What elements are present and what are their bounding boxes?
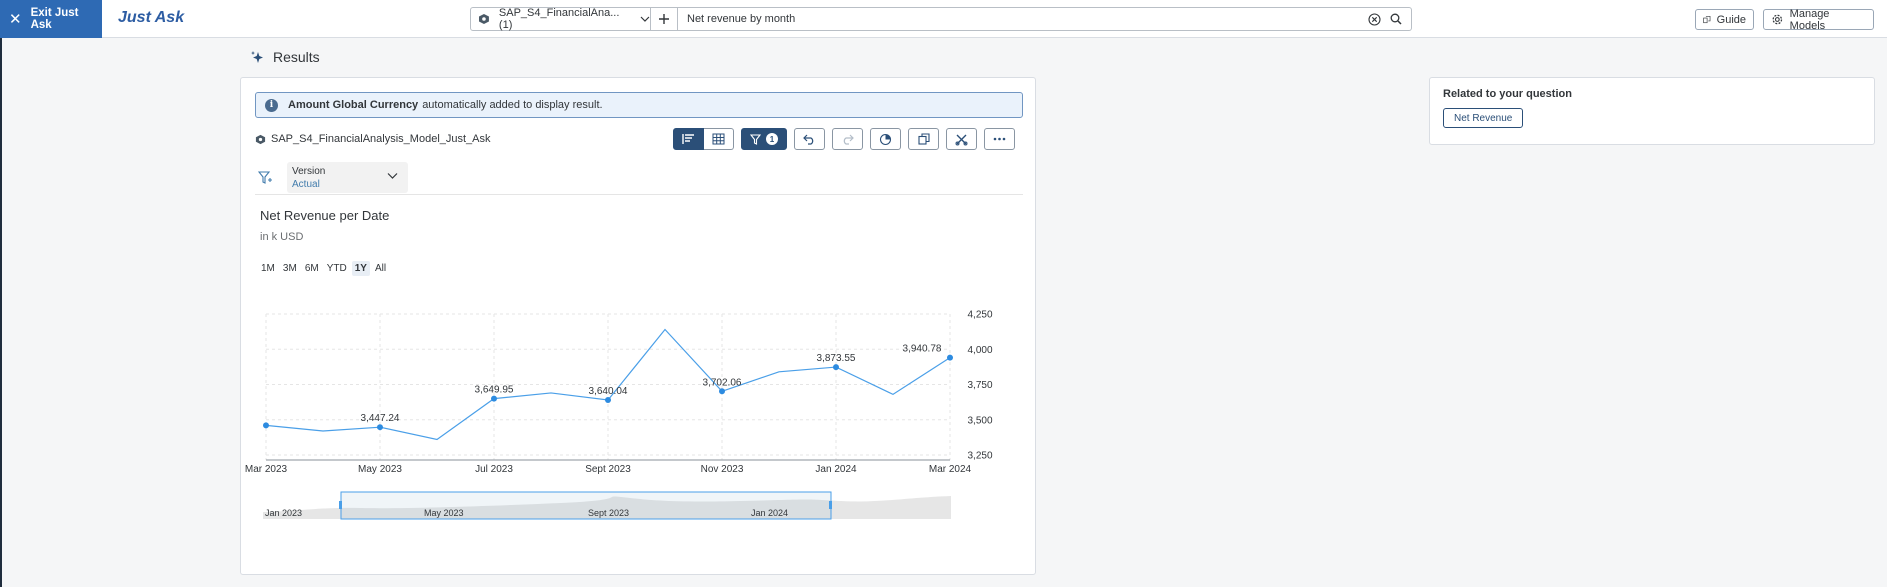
redo-icon xyxy=(843,134,854,145)
y-tick-label: 3,250 xyxy=(967,451,992,462)
insights-icon xyxy=(879,133,892,145)
filter-bar: Version Actual xyxy=(255,162,1023,195)
navigator-handle-left[interactable] xyxy=(339,501,342,509)
copy-button[interactable] xyxy=(908,128,939,150)
version-filter[interactable]: Version Actual xyxy=(287,162,408,193)
undo-icon xyxy=(803,134,814,145)
x-tick-label: Sept 2023 xyxy=(585,464,631,475)
related-panel: Related to your question Net Revenue xyxy=(1429,77,1875,145)
more-button[interactable] xyxy=(984,128,1015,150)
data-label: 3,640.04 xyxy=(589,386,628,397)
model-picker[interactable]: SAP_S4_FinancialAna... (1) xyxy=(470,7,651,31)
navigator-label: Sept 2023 xyxy=(588,508,629,518)
data-point xyxy=(605,397,611,404)
clear-icon[interactable] xyxy=(1368,12,1381,26)
y-tick-label: 4,250 xyxy=(967,310,992,321)
info-banner: i Amount Global Currency automatically a… xyxy=(255,92,1023,118)
chart-subtitle: in k USD xyxy=(260,231,304,243)
tools-button[interactable] xyxy=(946,128,977,150)
model-name-label: SAP_S4_FinancialAnalysis_Model_Just_Ask xyxy=(271,133,491,145)
search-icon[interactable] xyxy=(1390,13,1402,25)
data-label: 3,873.55 xyxy=(817,353,856,364)
data-point xyxy=(491,395,497,402)
results-card: i Amount Global Currency automatically a… xyxy=(240,77,1036,575)
redo-button[interactable] xyxy=(832,128,863,150)
chevron-down-icon xyxy=(640,16,650,22)
version-filter-value: Actual xyxy=(292,179,320,190)
chart-toolbar: 1 xyxy=(673,128,1022,150)
table-icon xyxy=(712,133,725,145)
more-icon xyxy=(993,137,1006,141)
left-edge-divider xyxy=(0,38,2,587)
guide-button[interactable]: Guide xyxy=(1695,9,1754,30)
exit-label: Exit Just Ask xyxy=(30,7,79,31)
sparkle-icon xyxy=(251,50,263,63)
y-tick-label: 3,500 xyxy=(967,415,992,426)
add-button[interactable] xyxy=(651,7,678,31)
model-cube-icon xyxy=(478,14,489,24)
filter-icon xyxy=(750,133,761,145)
copy-icon xyxy=(917,133,930,145)
banner-text: automatically added to display result. xyxy=(422,99,603,111)
x-tick-label: Jan 2024 xyxy=(815,464,857,475)
close-icon: ✕ xyxy=(9,10,22,28)
model-cube-icon xyxy=(255,134,266,144)
data-point xyxy=(263,422,269,429)
plus-icon xyxy=(659,14,669,24)
data-label: 3,447.24 xyxy=(361,413,400,424)
filter-button[interactable]: 1 xyxy=(741,128,787,150)
guide-label: Guide xyxy=(1716,13,1746,26)
manage-models-label: Manage Models xyxy=(1789,7,1830,32)
info-icon: i xyxy=(265,98,278,112)
table-view-button[interactable] xyxy=(704,128,734,150)
data-point xyxy=(719,388,725,395)
navigator-handle-right[interactable] xyxy=(829,501,832,509)
add-filter-icon[interactable] xyxy=(258,171,273,185)
y-tick-label: 3,750 xyxy=(967,380,992,391)
results-heading-label: Results xyxy=(273,49,320,65)
app-title: Just Ask xyxy=(118,9,185,26)
chevron-down-icon xyxy=(387,173,398,179)
banner-bold-text: Amount Global Currency xyxy=(288,99,419,111)
search-input-value: Net revenue by month xyxy=(687,13,796,25)
chart-view-icon xyxy=(681,134,694,144)
exit-just-ask-button[interactable]: ✕ Exit Just Ask xyxy=(0,0,102,38)
x-tick-label: Mar 2023 xyxy=(245,464,288,475)
related-chip-net-revenue[interactable]: Net Revenue xyxy=(1443,108,1524,128)
insights-button[interactable] xyxy=(870,128,901,150)
x-tick-label: May 2023 xyxy=(358,464,402,475)
search-input[interactable]: Net revenue by month xyxy=(678,7,1412,31)
guide-icon xyxy=(1703,15,1711,24)
model-picker-label: SAP_S4_FinancialAna... (1) xyxy=(498,7,620,31)
undo-button[interactable] xyxy=(794,128,825,150)
model-name: SAP_S4_FinancialAnalysis_Model_Just_Ask xyxy=(255,133,491,145)
chart-title: Net Revenue per Date xyxy=(260,208,390,223)
data-label: 3,649.95 xyxy=(475,385,514,396)
data-point xyxy=(947,354,953,361)
tools-icon xyxy=(955,134,968,145)
data-label: 3,940.78 xyxy=(903,344,942,355)
data-point xyxy=(377,424,383,431)
y-tick-label: 4,000 xyxy=(967,345,992,356)
navigator-label: May 2023 xyxy=(424,508,464,518)
data-point xyxy=(833,364,839,371)
line-chart: 3,250 3,500 3,750 4,000 4,250 Mar 2023 May 202… xyxy=(245,310,993,476)
navigator-label: Jan 2023 xyxy=(265,508,302,518)
related-title: Related to your question xyxy=(1443,88,1572,100)
view-toggle xyxy=(673,128,734,150)
top-bar: ✕ Exit Just Ask Just Ask SAP_S4_Financia… xyxy=(0,0,1887,38)
navigator-label: Jan 2024 xyxy=(751,508,788,518)
gear-icon xyxy=(1772,14,1783,25)
manage-models-button[interactable]: Manage Models xyxy=(1763,7,1874,32)
x-tick-label: Jul 2023 xyxy=(475,464,513,475)
results-heading: Results xyxy=(250,49,320,65)
x-tick-label: Mar 2024 xyxy=(929,464,972,475)
data-label: 3,702.06 xyxy=(703,377,742,388)
chart-view-button[interactable] xyxy=(673,128,704,150)
range-navigator[interactable]: Jan 2023 May 2023 Sept 2023 Jan 2024 xyxy=(241,491,1037,531)
x-tick-label: Nov 2023 xyxy=(701,464,744,475)
filter-count-badge: 1 xyxy=(766,133,778,145)
